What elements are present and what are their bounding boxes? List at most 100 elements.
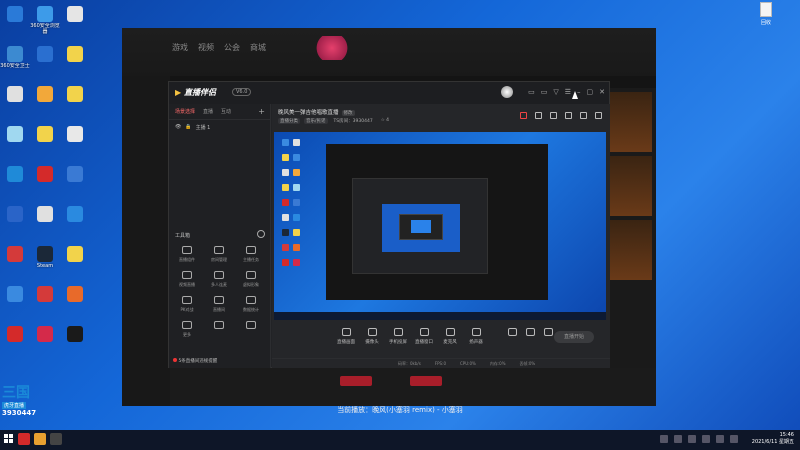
bottom-tool[interactable]: 摄像头 bbox=[358, 328, 386, 345]
edit-title-button[interactable]: 修改 bbox=[341, 110, 355, 116]
tool-item[interactable]: 直播组件 bbox=[171, 246, 203, 263]
category-button[interactable]: 直播分类 bbox=[278, 118, 300, 124]
desktop-shortcut[interactable] bbox=[60, 284, 90, 320]
taskbar-app-icon[interactable] bbox=[50, 433, 62, 445]
gift-icon[interactable] bbox=[520, 112, 527, 119]
desktop-shortcut[interactable] bbox=[0, 124, 30, 160]
tool-item[interactable]: 虚拟形象 bbox=[235, 271, 267, 288]
lock-icon[interactable]: 🔒 bbox=[185, 124, 191, 131]
menu-icon[interactable]: ☰ bbox=[565, 88, 571, 96]
bottom-tool[interactable]: 直播窗口 bbox=[410, 328, 438, 345]
tool-item[interactable] bbox=[203, 321, 235, 338]
desktop-shortcut[interactable] bbox=[60, 204, 90, 240]
scene-item[interactable]: 👁 🔒 主播 1 bbox=[169, 120, 270, 135]
window-control-icon[interactable]: ▭ bbox=[528, 88, 535, 96]
tray-icon[interactable] bbox=[674, 435, 682, 443]
desktop-shortcut[interactable] bbox=[0, 4, 30, 40]
tool-item[interactable]: 视频直播 bbox=[171, 271, 203, 288]
tool-item[interactable]: 多人连麦 bbox=[203, 271, 235, 288]
desktop-shortcut[interactable] bbox=[30, 164, 60, 200]
game-tab[interactable]: 公会 bbox=[224, 42, 240, 53]
bottom-tool[interactable]: 扬声器 bbox=[462, 328, 490, 345]
bottom-tool[interactable]: 直播画面 bbox=[332, 328, 360, 345]
desktop-shortcut[interactable] bbox=[60, 84, 90, 120]
app-shortcut-icon bbox=[67, 206, 83, 222]
bottom-tool[interactable]: 手机投屏 bbox=[384, 328, 412, 345]
desktop-shortcut[interactable]: 360安全卫士 bbox=[0, 44, 30, 80]
bottom-tool[interactable] bbox=[534, 328, 562, 338]
desktop-shortcut[interactable]: 360安全浏览器 bbox=[30, 4, 60, 40]
desktop-shortcut[interactable] bbox=[60, 44, 90, 80]
subcategory-button[interactable]: 音乐/民谣 bbox=[304, 118, 328, 124]
list-icon[interactable] bbox=[565, 112, 572, 119]
tool-item[interactable]: 直播间 bbox=[203, 296, 235, 313]
tool-item[interactable]: 数据统计 bbox=[235, 296, 267, 313]
tab-interact[interactable]: 互动 bbox=[221, 108, 231, 115]
desktop-shortcut[interactable] bbox=[60, 244, 90, 280]
desktop-shortcut[interactable] bbox=[60, 324, 90, 360]
game-tab[interactable]: 游戏 bbox=[172, 42, 188, 53]
maximize-icon[interactable]: ▢ bbox=[587, 88, 594, 96]
window-control-icon[interactable]: ▽ bbox=[553, 88, 558, 96]
desktop-shortcut[interactable] bbox=[0, 284, 30, 320]
add-scene-icon[interactable]: + bbox=[258, 107, 265, 116]
window-control-icon[interactable]: ▭ bbox=[541, 88, 548, 96]
tool-item[interactable]: 房间管理 bbox=[203, 246, 235, 263]
desktop-shortcut[interactable] bbox=[0, 164, 30, 200]
tool-item[interactable]: PK对战 bbox=[171, 296, 203, 313]
bottom-tool[interactable]: 麦克风 bbox=[436, 328, 464, 345]
avatar[interactable] bbox=[501, 86, 513, 98]
tab-live[interactable]: 直播 bbox=[203, 108, 213, 115]
tray-icon[interactable] bbox=[688, 435, 696, 443]
status-item: CPU:0% bbox=[460, 361, 476, 366]
share-icon[interactable] bbox=[595, 112, 602, 119]
desktop-shortcut[interactable] bbox=[0, 324, 30, 360]
desktop-shortcut[interactable] bbox=[60, 4, 90, 40]
tab-scene[interactable]: 场景选择 bbox=[175, 108, 195, 115]
tool-item[interactable] bbox=[235, 321, 267, 338]
desktop-shortcut[interactable] bbox=[60, 164, 90, 200]
desktop-shortcut[interactable] bbox=[0, 244, 30, 280]
desktop-shortcut[interactable] bbox=[30, 84, 60, 120]
start-button[interactable] bbox=[4, 434, 14, 444]
tool-item[interactable]: 主播任务 bbox=[235, 246, 267, 263]
tools-heading: 工具箱 bbox=[175, 233, 191, 239]
desktop-shortcut[interactable] bbox=[0, 204, 30, 240]
desktop-shortcut[interactable] bbox=[60, 124, 90, 160]
tray-icon[interactable] bbox=[660, 435, 668, 443]
taskbar-app-icon[interactable] bbox=[34, 433, 46, 445]
shortcut-label bbox=[30, 223, 60, 235]
game-tab[interactable]: 商城 bbox=[250, 42, 266, 53]
tool-icon bbox=[214, 246, 224, 254]
lock-icon[interactable] bbox=[535, 112, 542, 119]
network-icon[interactable] bbox=[730, 435, 738, 443]
volume-icon[interactable] bbox=[716, 435, 724, 443]
tray-icon[interactable] bbox=[702, 435, 710, 443]
status-item: 内存:0% bbox=[489, 361, 506, 366]
eye-icon[interactable]: 👁 bbox=[175, 124, 181, 131]
tools-settings-icon[interactable] bbox=[257, 230, 265, 238]
tool-item[interactable]: 更多 bbox=[171, 321, 203, 338]
desktop-shortcut[interactable] bbox=[30, 284, 60, 320]
game-tab[interactable]: 视频 bbox=[198, 42, 214, 53]
folder-icon[interactable] bbox=[550, 112, 557, 119]
bell-icon[interactable] bbox=[580, 112, 587, 119]
game-bottom-button[interactable] bbox=[410, 376, 442, 386]
desktop-shortcut[interactable]: Steam bbox=[30, 244, 60, 280]
close-icon[interactable]: ✕ bbox=[599, 88, 605, 96]
tool-icon bbox=[182, 271, 192, 279]
watermark-sub: 虎牙直播 bbox=[2, 402, 27, 409]
desktop-shortcut[interactable] bbox=[0, 84, 30, 120]
recycle-bin-shortcut[interactable]: 回收 bbox=[752, 2, 780, 26]
violation-notice[interactable]: 5条直播间违规提醒 bbox=[173, 358, 217, 364]
desktop-shortcut[interactable] bbox=[30, 204, 60, 240]
tool-icon bbox=[214, 296, 224, 304]
desktop-shortcut[interactable] bbox=[30, 324, 60, 360]
taskbar-clock[interactable]: 15:46 2021/6/11 星期五 bbox=[752, 432, 794, 446]
desktop-shortcut[interactable] bbox=[30, 124, 60, 160]
game-bottom-button[interactable] bbox=[340, 376, 372, 386]
taskbar-app-icon[interactable] bbox=[18, 433, 30, 445]
stream-preview[interactable] bbox=[274, 132, 606, 320]
preview-desktop-icons bbox=[280, 136, 304, 271]
desktop-shortcut[interactable] bbox=[30, 44, 60, 80]
